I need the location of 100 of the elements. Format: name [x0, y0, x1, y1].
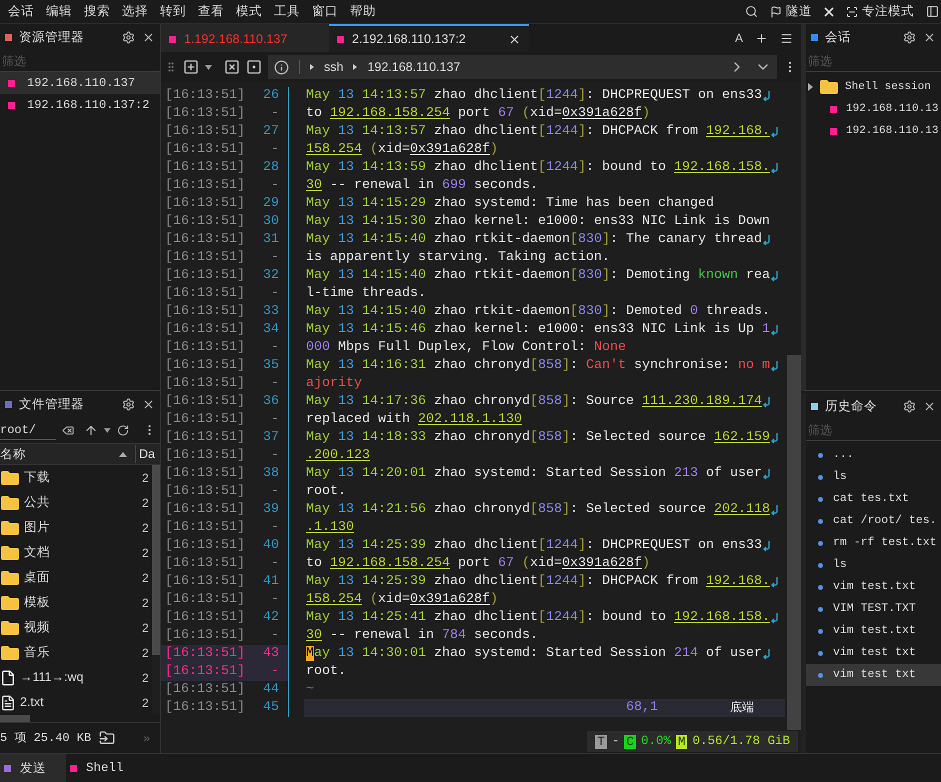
- wrap-icon: [770, 126, 779, 138]
- menu-icon[interactable]: [780, 32, 793, 44]
- window-icon[interactable]: [246, 59, 262, 75]
- file-name[interactable]: 模板: [24, 593, 138, 612]
- move-folder-icon[interactable]: [99, 730, 116, 746]
- bullet-icon: [818, 474, 823, 480]
- timestamp: [16:13:51]: [165, 159, 245, 178]
- file-name[interactable]: 图片: [24, 518, 138, 537]
- terminal-line: May 13 14:16:31 zhao chronyd[858]: Can't synchronise: no m: [306, 357, 770, 376]
- menu-item[interactable]: 搜索: [78, 2, 116, 21]
- session-color-icon: [830, 128, 837, 134]
- close-icon[interactable]: [142, 398, 155, 410]
- session-color-icon: [8, 80, 15, 86]
- file-name[interactable]: 2.txt: [20, 693, 138, 712]
- task-value: -: [612, 733, 620, 750]
- path-field[interactable]: root/: [0, 420, 56, 440]
- menu-item[interactable]: 模式: [230, 2, 268, 21]
- column-header[interactable]: 名称: [0, 444, 119, 464]
- column-header[interactable]: Da: [135, 444, 160, 464]
- close-icon[interactable]: [508, 32, 521, 46]
- folder-icon: [819, 79, 839, 95]
- session-item[interactable]: 192.168.110.137:2: [0, 94, 160, 116]
- settings-icon[interactable]: [903, 400, 916, 412]
- timestamp: [16:13:51]: [165, 357, 245, 376]
- menu-item[interactable]: 工具: [268, 2, 306, 21]
- font-size-button[interactable]: A: [734, 29, 743, 47]
- bullet-icon: [818, 672, 823, 678]
- menu-item[interactable]: 转到: [154, 2, 192, 21]
- line-number: 35: [263, 357, 280, 376]
- settings-icon[interactable]: [122, 30, 135, 44]
- timestamp: [16:13:51]: [165, 465, 245, 484]
- scrollbar-thumb[interactable]: [787, 355, 801, 730]
- file-name[interactable]: →111→:wq: [20, 668, 138, 687]
- close-window-icon[interactable]: [224, 59, 240, 75]
- terminal-line: 158.254 (xid=0x391a628f): [306, 141, 498, 160]
- file-date: 2: [142, 644, 150, 662]
- close-icon[interactable]: [142, 30, 155, 44]
- filter-field[interactable]: 筛选: [806, 419, 941, 441]
- terminal-line: May 13 14:15:40 zhao rtkit-daemon[830]: The canary thread: [306, 231, 762, 250]
- menu-item[interactable]: 选择: [116, 2, 154, 21]
- session-item[interactable]: 192.168.110.137: [0, 72, 160, 94]
- timestamp: [16:13:51]: [165, 519, 245, 538]
- tunnel-button[interactable]: 隧道: [766, 2, 816, 21]
- line-number: 32: [263, 267, 280, 286]
- x-icon[interactable]: [824, 6, 834, 16]
- line-number: 31: [263, 231, 280, 250]
- file-name[interactable]: 公共: [24, 493, 138, 512]
- menu-item[interactable]: 窗口: [306, 2, 344, 21]
- settings-icon[interactable]: [903, 30, 916, 44]
- line-number: -: [271, 375, 280, 394]
- file-name[interactable]: 桌面: [24, 568, 138, 587]
- terminal-line: May 13 14:13:57 zhao dhclient[1244]: DHCPREQUEST on ens33: [306, 87, 762, 106]
- file-name[interactable]: 音乐: [24, 643, 138, 662]
- wrap-icon: [770, 270, 779, 282]
- scrollbar-thumb[interactable]: [152, 465, 160, 655]
- menu-item[interactable]: 编辑: [40, 2, 78, 21]
- line-number: -: [271, 519, 280, 538]
- cpu-usage: 0.0%: [640, 733, 671, 750]
- filter-field[interactable]: 筛选: [806, 50, 941, 72]
- panel-icon[interactable]: [926, 5, 939, 18]
- file-date: 2: [142, 594, 150, 612]
- file-name[interactable]: 视频: [24, 618, 138, 637]
- terminal-line: 000 Mbps Full Duplex, Flow Control: None: [306, 339, 626, 358]
- close-icon[interactable]: [923, 400, 936, 412]
- history-item[interactable]: vim test txt: [806, 664, 941, 686]
- file-date: 2: [142, 570, 150, 586]
- wrap-icon: [770, 612, 779, 624]
- bullet-icon: [818, 518, 823, 524]
- new-tab-icon[interactable]: [183, 59, 199, 75]
- clear-icon[interactable]: [62, 424, 74, 436]
- menu-item[interactable]: 会话: [2, 2, 40, 21]
- folder-name[interactable]: Shell session: [845, 78, 931, 96]
- close-icon[interactable]: [923, 30, 936, 44]
- line-number: -: [271, 177, 280, 196]
- expand-arrow-icon[interactable]: [808, 83, 813, 91]
- terminal-line: 30 -- renewal in 784 seconds.: [306, 627, 538, 646]
- text-file-icon: [0, 694, 16, 710]
- scrollbar-thumb[interactable]: [0, 715, 30, 722]
- terminal-line: May 13 14:25:39 zhao dhclient[1244]: DHCPACK from 192.168.: [306, 573, 770, 592]
- caret-icon[interactable]: [205, 64, 212, 70]
- menu-item[interactable]: 查看: [192, 2, 230, 21]
- tab[interactable]: 1.192.168.110.137: [161, 24, 329, 52]
- info-icon[interactable]: [274, 60, 289, 74]
- address-bar[interactable]: ssh 192.168.110.137: [268, 55, 777, 79]
- menu-item[interactable]: 帮助: [344, 2, 382, 21]
- terminal-line: .200.123: [306, 447, 370, 466]
- wrap-icon: [770, 360, 779, 372]
- caret-icon[interactable]: [104, 428, 111, 432]
- folder-icon: [0, 594, 20, 610]
- panel-tab[interactable]: 发送: [0, 754, 66, 782]
- file-name[interactable]: 下载: [24, 468, 138, 487]
- panel-tab[interactable]: Shell: [66, 754, 132, 782]
- session-item[interactable]: 192.168.110.13: [846, 100, 938, 118]
- refresh-icon[interactable]: [116, 424, 129, 436]
- add-tab-icon[interactable]: [755, 32, 768, 44]
- session-item[interactable]: 192.168.110.13: [846, 122, 938, 140]
- file-name[interactable]: 文档: [24, 543, 138, 562]
- focus-mode-button[interactable]: 专注模式: [842, 2, 918, 21]
- settings-icon[interactable]: [122, 398, 135, 410]
- search-icon[interactable]: [745, 5, 758, 18]
